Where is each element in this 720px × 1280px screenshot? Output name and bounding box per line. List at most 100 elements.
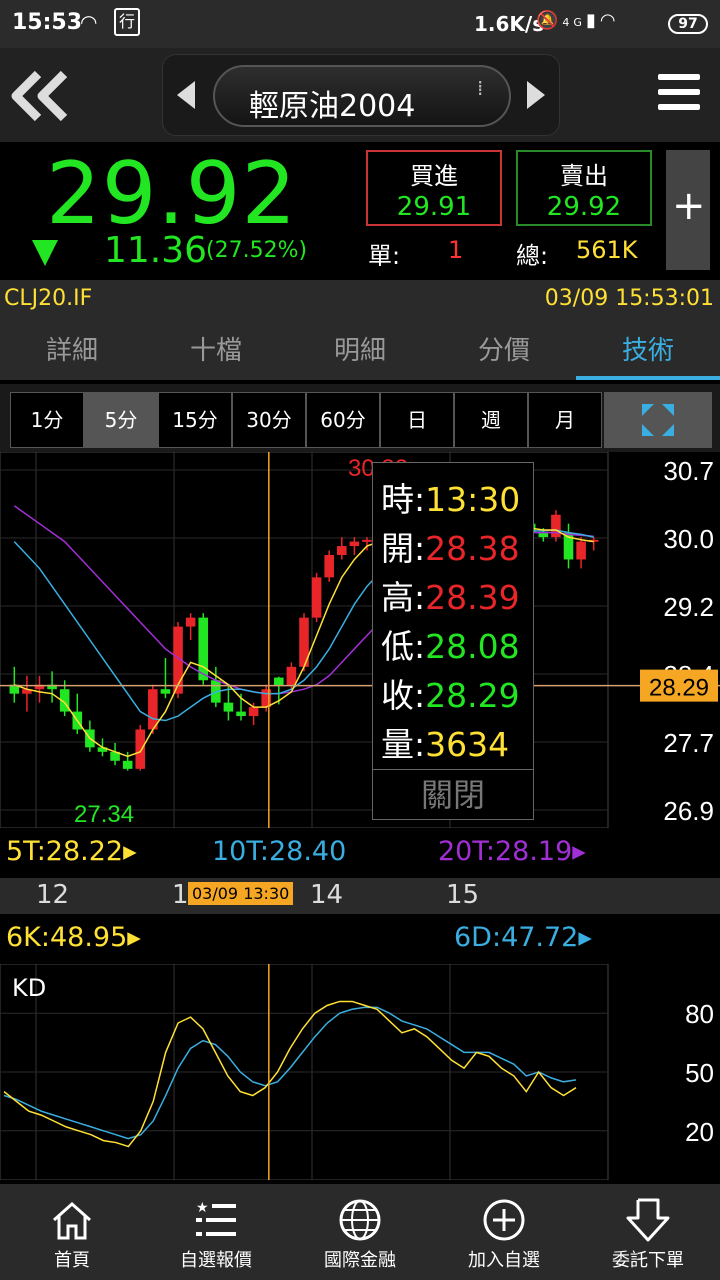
period-week[interactable]: 週 (454, 392, 528, 448)
kd-title: KD (12, 974, 47, 1002)
candle-body (160, 689, 171, 694)
ma5-legend: 5T:28.22▸ (6, 836, 137, 867)
unit-label: 單: (368, 242, 401, 270)
fullscreen-button[interactable] (604, 392, 712, 448)
nav-add-watchlist[interactable]: 加入自選 (432, 1184, 576, 1280)
code-row: CLJ20.IF 03/09 15:53:01 (0, 280, 720, 320)
quote-panel: 29.92 11.36 (27.52%) 買進 29.91 賣出 29.92 +… (0, 142, 720, 280)
svg-text:★: ★ (196, 1200, 209, 1216)
period-day[interactable]: 日 (380, 392, 454, 448)
tooltip-open-row: 開:28.38 (381, 529, 520, 568)
period-30min[interactable]: 30分 (232, 392, 306, 448)
quote-datetime: 03/09 15:53:01 (544, 286, 714, 311)
period-60min[interactable]: 60分 (306, 392, 380, 448)
kd-y-tick-label: 20 (685, 1117, 714, 1147)
ask-price: 29.92 (546, 192, 622, 222)
y-tick-label: 26.9 (663, 796, 714, 826)
candle-body (324, 555, 334, 578)
nav-add-watchlist-label: 加入自選 (468, 1250, 540, 1271)
ask-box[interactable]: 賣出 29.92 (516, 150, 652, 226)
candlestick-chart[interactable]: 30.730.029.228.427.726.928.2930.3227.34 (0, 451, 720, 829)
ma-legend: 5T:28.22▸ 10T:28.40 20T:28.19▸ (0, 828, 720, 878)
expand-quote-button[interactable]: + (666, 150, 710, 270)
double-chevron-left-icon[interactable] (8, 66, 72, 126)
candle-body (576, 541, 586, 560)
tooltip-close-button[interactable]: 關閉 (373, 769, 533, 819)
nav-home[interactable]: 首頁 (0, 1184, 144, 1280)
ma20-legend: 20T:28.19▸ (438, 836, 586, 867)
bid-box[interactable]: 買進 29.91 (366, 150, 502, 226)
y-tick-label: 30.7 (663, 456, 714, 486)
current-price-tag: 28.29 (649, 675, 709, 702)
status-time: 15:53 (12, 10, 83, 35)
candle-body (349, 541, 360, 547)
bid-label: 買進 (410, 162, 458, 190)
tooltip-close-row: 收:28.29 (381, 676, 520, 715)
nav-international[interactable]: 國際金融 (288, 1184, 432, 1280)
tooltip-low: 28.08 (425, 627, 520, 666)
period-15min[interactable]: 15分 (158, 392, 232, 448)
nav-watchlist-label: 自選報價 (180, 1250, 252, 1271)
candle-body (122, 760, 133, 769)
y-tick-label: 27.7 (663, 728, 714, 758)
price-change: 11.36 (104, 230, 208, 271)
nav-home-label: 首頁 (54, 1250, 90, 1271)
down-triangle-icon (32, 240, 58, 266)
candle-body (286, 666, 297, 686)
candle-body (337, 546, 347, 555)
period-5min[interactable]: 5分 (84, 392, 158, 448)
candle-body (236, 711, 246, 717)
network-speed: 1.6K/s (474, 12, 545, 36)
home-icon (53, 1201, 91, 1240)
next-symbol-button[interactable] (527, 81, 545, 109)
low-price-label: 27.34 (74, 801, 134, 828)
tab-ticks[interactable]: 明細 (288, 320, 432, 380)
tab-price-volume[interactable]: 分價 (432, 320, 576, 380)
symbol-title-pill[interactable]: 輕原油2004 ⁞ (213, 65, 511, 127)
candle-body (261, 689, 271, 708)
tooltip-high-row: 高:28.39 (381, 578, 520, 617)
tab-depth[interactable]: 十檔 (144, 320, 288, 380)
tab-technical[interactable]: 技術 (576, 320, 720, 380)
candle-body (311, 577, 322, 618)
bottom-nav: 首頁 ★ 自選報價 國際金融 加入自選 委託下單 (0, 1184, 720, 1280)
candle-body (185, 617, 196, 627)
nav-watchlist[interactable]: ★ 自選報價 (144, 1184, 288, 1280)
period-1min[interactable]: 1分 (10, 392, 84, 448)
y-tick-label: 30.0 (663, 524, 714, 554)
nav-international-label: 國際金融 (324, 1250, 396, 1271)
total-label: 總: (516, 242, 549, 270)
tooltip-time: 13:30 (425, 480, 521, 519)
prev-symbol-button[interactable] (177, 81, 195, 109)
kd-y-tick-label: 50 (685, 1058, 714, 1088)
tooltip-open: 28.38 (425, 529, 520, 568)
hamburger-menu-icon[interactable] (658, 74, 700, 116)
candle-body (223, 702, 234, 712)
watchlist-icon: ★ (196, 1200, 236, 1236)
unit-value: 1 (448, 236, 464, 264)
kd-chart[interactable]: 80 50 20 KD (0, 963, 720, 1181)
tooltip-time-row: 時:13:30 (381, 480, 521, 519)
nav-order[interactable]: 委託下單 (576, 1184, 720, 1280)
tooltip-volume: 3634 (425, 725, 510, 764)
time-label: 15 (446, 880, 480, 910)
swap-icon: ⁞ (477, 76, 484, 100)
time-label: 12 (36, 880, 70, 910)
candle-body (135, 729, 146, 769)
fullscreen-icon (642, 404, 674, 436)
ma10-legend: 10T:28.40 (212, 836, 347, 867)
k-legend: 6K:48.95▸ (6, 922, 141, 953)
d-legend: 6D:47.72▸ (454, 922, 592, 953)
total-volume: 561K (576, 236, 638, 264)
price-change-percent: (27.52%) (206, 238, 308, 263)
tab-detail[interactable]: 詳細 (0, 320, 144, 380)
time-axis: 12 1 14 15 03/09 13:30 (0, 878, 720, 914)
period-month[interactable]: 月 (528, 392, 602, 448)
nav-order-label: 委託下單 (612, 1250, 684, 1271)
tooltip-low-row: 低:28.08 (381, 627, 520, 666)
symbol-switcher: 輕原油2004 ⁞ (162, 54, 560, 136)
tooltip-close: 28.29 (425, 676, 520, 715)
app-notification-icon: 行 (114, 8, 140, 36)
candlestick-svg: 30.730.029.228.427.726.928.2930.3227.34 (0, 451, 720, 829)
kd-svg: 80 50 20 (0, 963, 714, 1181)
